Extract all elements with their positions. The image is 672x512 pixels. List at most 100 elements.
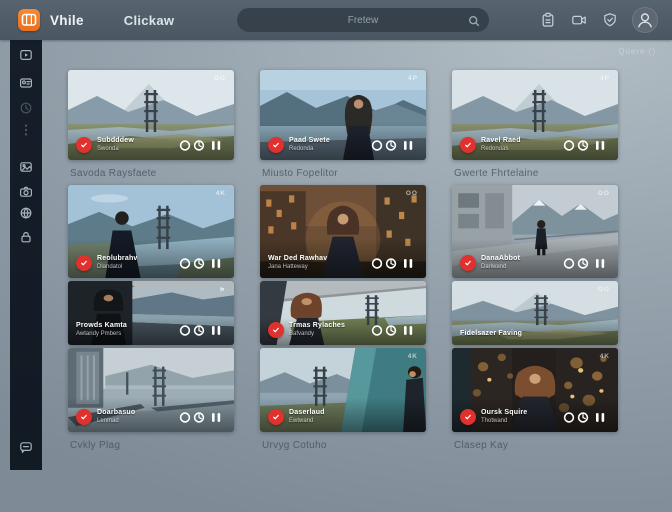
duration-icons (563, 139, 609, 152)
corner-badge: 4P (408, 75, 418, 82)
duration-icons (563, 257, 609, 270)
content-area: Quere () OO SubdddewSwonda Savoda Raysfaet… (42, 40, 672, 512)
search-input[interactable] (237, 8, 489, 32)
badge-title: War Ded Rawhav (268, 255, 327, 263)
channel-badge: Prowds KamtaAwtandy Pmbers (76, 322, 127, 338)
badge-title: Fidelsazer Faving (460, 330, 522, 338)
clipboard-icon[interactable] (539, 11, 557, 29)
record-badge-icon (268, 137, 284, 153)
record-badge-icon (76, 255, 92, 271)
duration-icons (179, 139, 225, 152)
sidebar-item-media-image-icon[interactable] (17, 158, 35, 176)
video-card[interactable]: 4P Ravel RaedRedondas (452, 70, 618, 160)
card-caption: Cvkly Plag (70, 440, 120, 451)
duration-icons (371, 139, 417, 152)
corner-badge: OO (214, 75, 226, 82)
corner-badge: 4K (600, 353, 610, 360)
sidebar-item-chat-help-icon[interactable] (17, 438, 35, 456)
record-badge-icon (460, 137, 476, 153)
corner-badge: OO (406, 190, 418, 197)
card-caption: Savoda Raysfaete (70, 168, 157, 179)
left-sidebar (10, 40, 42, 470)
duration-icons (179, 257, 225, 270)
channel-badge: Oursk SquireThotwand (460, 409, 527, 425)
badge-title: Oursk Squire (481, 409, 527, 417)
record-badge-icon (460, 255, 476, 271)
corner-badge: OO (598, 190, 610, 197)
channel-badge: Trmas RylachesBafvandy (268, 322, 345, 338)
video-card[interactable]: OO DanaAbbotDarlwand (452, 185, 618, 278)
shield-check-icon[interactable] (601, 11, 619, 29)
corner-badge: ⚑ (219, 286, 226, 294)
video-card[interactable]: DoarbasuoLenmad (68, 348, 234, 432)
sidebar-item-globe-icon[interactable] (17, 204, 35, 222)
badge-subtitle: Lenmad (97, 418, 135, 425)
channel-badge: Paad SweteRedonda (268, 137, 330, 153)
record-badge-icon (76, 409, 92, 425)
top-bar: Vhile Clickaw (0, 0, 672, 40)
channel-badge: DaserlaudEwtwand (268, 409, 325, 425)
badge-subtitle: Swonda (97, 146, 134, 153)
channel-badge: SubdddewSwonda (76, 137, 134, 153)
duration-icons (179, 411, 225, 424)
channel-badge: Fidelsazer Faving (460, 330, 522, 338)
badge-subtitle: Jana Hatteway (268, 264, 327, 271)
record-badge-icon (460, 409, 476, 425)
sidebar-item-lock-icon[interactable] (17, 228, 35, 246)
badge-title: Doarbasuo (97, 409, 135, 417)
sidebar-item-history-clock-icon[interactable] (17, 99, 35, 117)
badge-title: Trmas Rylaches (289, 322, 345, 330)
video-card[interactable]: 4K ReolubrahvDlandatol (68, 185, 234, 278)
sidebar-item-video-file-icon[interactable] (17, 46, 35, 64)
badge-subtitle: Darlwand (481, 264, 520, 271)
badge-title: Reolubrahv (97, 255, 138, 263)
app-logo[interactable] (18, 9, 40, 31)
badge-subtitle: Dlandatol (97, 264, 138, 271)
nav-link[interactable]: Clickaw (124, 13, 175, 28)
badge-subtitle: Redonda (289, 146, 330, 153)
badge-title: Prowds Kamta (76, 322, 127, 330)
badge-title: Paad Swete (289, 137, 330, 145)
corner-badge: OO (598, 286, 610, 293)
video-card[interactable]: 4K DaserlaudEwtwand (260, 348, 426, 432)
logo-glyph-icon (18, 9, 40, 31)
sidebar-item-ellipsis-icon[interactable] (17, 121, 35, 139)
record-badge-icon (268, 322, 284, 338)
user-avatar[interactable] (632, 7, 658, 33)
card-caption: Clasep Kay (454, 440, 508, 451)
search-icon[interactable] (468, 14, 480, 32)
duration-icons (179, 324, 225, 337)
record-badge-icon (76, 137, 92, 153)
corner-badge: 4P (600, 75, 610, 82)
corner-badge: 4K (216, 190, 226, 197)
badge-subtitle: Redondas (481, 146, 521, 153)
channel-badge: DanaAbbotDarlwand (460, 255, 520, 271)
brand-name: Vhile (50, 13, 84, 28)
video-card[interactable]: OO SubdddewSwonda (68, 70, 234, 160)
channel-badge: Ravel RaedRedondas (460, 137, 521, 153)
video-card[interactable]: 4P Paad SweteRedonda (260, 70, 426, 160)
card-caption: Gwerte Fhrtelaine (454, 168, 539, 179)
badge-subtitle: Bafvandy (289, 331, 345, 338)
sidebar-item-id-card-icon[interactable] (17, 74, 35, 92)
channel-badge: DoarbasuoLenmad (76, 409, 135, 425)
search-bar (237, 8, 489, 32)
badge-title: Daserlaud (289, 409, 325, 417)
badge-title: DanaAbbot (481, 255, 520, 263)
video-card[interactable]: OO Fidelsazer Faving (452, 281, 618, 345)
video-card[interactable]: ⚑ Prowds KamtaAwtandy Pmbers (68, 281, 234, 345)
record-badge-icon (268, 409, 284, 425)
content-header-note: Quere () (618, 47, 656, 56)
video-card[interactable]: OO War Ded RawhavJana Hatteway (260, 185, 426, 278)
badge-subtitle: Thotwand (481, 418, 527, 425)
channel-badge: War Ded RawhavJana Hatteway (268, 255, 327, 271)
video-card[interactable]: 4K Oursk SquireThotwand (452, 348, 618, 432)
video-card[interactable]: Trmas RylachesBafvandy (260, 281, 426, 345)
corner-badge: 4K (408, 353, 418, 360)
badge-subtitle: Awtandy Pmbers (76, 331, 127, 338)
sidebar-item-camera-icon[interactable] (17, 183, 35, 201)
duration-icons (563, 411, 609, 424)
badge-title: Subdddew (97, 137, 134, 145)
badge-subtitle: Ewtwand (289, 418, 325, 425)
video-camera-icon[interactable] (570, 11, 588, 29)
